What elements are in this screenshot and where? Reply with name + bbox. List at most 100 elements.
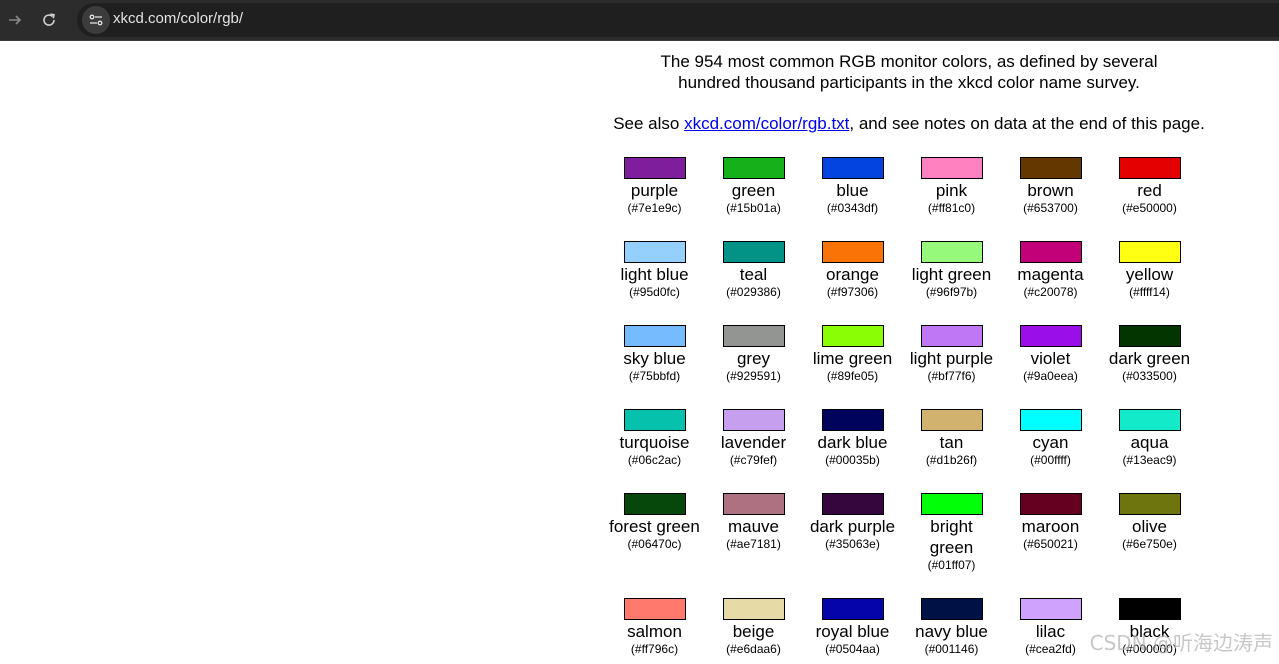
- color-cell: olive (#6e750e): [1100, 493, 1199, 552]
- color-swatch: [722, 409, 785, 431]
- color-name: pink: [935, 181, 968, 200]
- color-hex: (#cea2fd): [1025, 642, 1076, 656]
- color-hex: (#029386): [726, 285, 781, 299]
- url-text[interactable]: xkcd.com/color/rgb/: [113, 9, 243, 29]
- color-cell: beige (#e6daa6): [704, 598, 803, 657]
- color-name: maroon: [1021, 517, 1080, 536]
- color-hex: (#0343df): [826, 201, 879, 215]
- color-hex: (#35063e): [825, 537, 880, 551]
- color-hex: (#ae7181): [726, 537, 781, 551]
- page-content: The 954 most common RGB monitor colors, …: [595, 41, 1223, 664]
- color-cell: red (#e50000): [1100, 157, 1199, 216]
- color-cell: tan (#d1b26f): [902, 409, 1001, 468]
- reload-icon: [43, 13, 55, 26]
- color-cell: blue (#0343df): [803, 157, 902, 216]
- color-hex: (#00ffff): [1030, 453, 1071, 467]
- color-hex: (#ff796c): [630, 642, 679, 656]
- reload-button[interactable]: [35, 6, 63, 34]
- color-swatch: [920, 598, 983, 620]
- site-info-button[interactable]: [82, 6, 110, 34]
- color-hex: (#ffff14): [1129, 285, 1170, 299]
- color-swatch: [821, 157, 884, 179]
- color-hex: (#13eac9): [1122, 453, 1177, 467]
- color-cell: light purple (#bf77f6): [902, 325, 1001, 384]
- color-cell: teal (#029386): [704, 241, 803, 300]
- color-hex: (#bf77f6): [927, 369, 976, 383]
- color-cell: purple (#7e1e9c): [605, 157, 704, 216]
- intro-line-2: hundred thousand participants in the xkc…: [678, 73, 1140, 92]
- color-swatch: [1019, 325, 1082, 347]
- color-name: aqua: [1130, 433, 1169, 452]
- address-bar[interactable]: xkcd.com/color/rgb/: [77, 3, 1279, 37]
- color-swatch: [821, 325, 884, 347]
- color-hex: (#15b01a): [726, 201, 781, 215]
- color-hex: (#01ff07): [927, 558, 976, 572]
- color-cell: lime green (#89fe05): [803, 325, 902, 384]
- color-cell: light blue (#95d0fc): [605, 241, 704, 300]
- color-hex: (#00035b): [825, 453, 880, 467]
- color-hex: (#96f97b): [925, 285, 978, 299]
- color-cell: grey (#929591): [704, 325, 803, 384]
- color-cell: orange (#f97306): [803, 241, 902, 300]
- color-swatch: [722, 493, 785, 515]
- color-hex: (#95d0fc): [629, 285, 680, 299]
- color-cell: brown (#653700): [1001, 157, 1100, 216]
- color-cell: magenta (#c20078): [1001, 241, 1100, 300]
- color-cell: maroon (#650021): [1001, 493, 1100, 552]
- color-name: bright green: [929, 517, 974, 557]
- color-name: lilac: [1035, 622, 1066, 641]
- color-cell: dark purple (#35063e): [803, 493, 902, 552]
- color-name: blue: [836, 181, 869, 200]
- color-swatch: [1019, 598, 1082, 620]
- color-swatch: [920, 493, 983, 515]
- forward-arrow-icon: [9, 15, 22, 25]
- color-hex: (#653700): [1023, 201, 1078, 215]
- color-name: light blue: [620, 265, 689, 284]
- forward-button[interactable]: [1, 6, 29, 34]
- color-name: turquoise: [619, 433, 690, 452]
- color-cell: bright green (#01ff07): [902, 493, 1001, 573]
- color-hex: (#06470c): [627, 537, 682, 551]
- color-hex: (#d1b26f): [925, 453, 978, 467]
- color-cell: royal blue (#0504aa): [803, 598, 902, 657]
- color-swatch: [722, 157, 785, 179]
- color-cell: lavender (#c79fef): [704, 409, 803, 468]
- color-cell: mauve (#ae7181): [704, 493, 803, 552]
- color-hex: (#75bbfd): [628, 369, 681, 383]
- color-swatch: [821, 598, 884, 620]
- color-name: tan: [939, 433, 964, 452]
- color-cell: forest green (#06470c): [605, 493, 704, 552]
- color-swatch: [1118, 241, 1181, 263]
- color-name: dark green: [1108, 349, 1191, 368]
- color-swatch: [920, 409, 983, 431]
- color-name: red: [1137, 181, 1162, 200]
- color-swatch: [623, 598, 686, 620]
- rgb-txt-link[interactable]: xkcd.com/color/rgb.txt: [684, 114, 849, 133]
- site-info-icon: [89, 14, 103, 26]
- color-hex: (#89fe05): [826, 369, 879, 383]
- color-swatch: [1118, 157, 1181, 179]
- color-hex: (#c79fef): [729, 453, 778, 467]
- color-swatch: [722, 325, 785, 347]
- color-cell: dark blue (#00035b): [803, 409, 902, 468]
- color-name: forest green: [609, 517, 700, 536]
- color-name: lime green: [812, 349, 893, 368]
- color-swatch: [623, 325, 686, 347]
- color-name: dark blue: [817, 433, 888, 452]
- color-cell: green (#15b01a): [704, 157, 803, 216]
- color-name: navy blue: [915, 622, 988, 641]
- color-name: mauve: [727, 517, 780, 536]
- color-name: grey: [736, 349, 771, 368]
- intro-line-1: The 954 most common RGB monitor colors, …: [660, 52, 1158, 71]
- color-swatch: [821, 493, 884, 515]
- color-hex: (#f97306): [826, 285, 879, 299]
- color-hex: (#6e750e): [1122, 537, 1177, 551]
- color-hex: (#0504aa): [825, 642, 880, 656]
- color-swatch: [1118, 598, 1181, 620]
- color-cell: turquoise (#06c2ac): [605, 409, 704, 468]
- color-swatch: [722, 241, 785, 263]
- color-cell: sky blue (#75bbfd): [605, 325, 704, 384]
- color-name: sky blue: [623, 349, 686, 368]
- color-name: teal: [739, 265, 768, 284]
- browser-toolbar: xkcd.com/color/rgb/: [0, 0, 1279, 41]
